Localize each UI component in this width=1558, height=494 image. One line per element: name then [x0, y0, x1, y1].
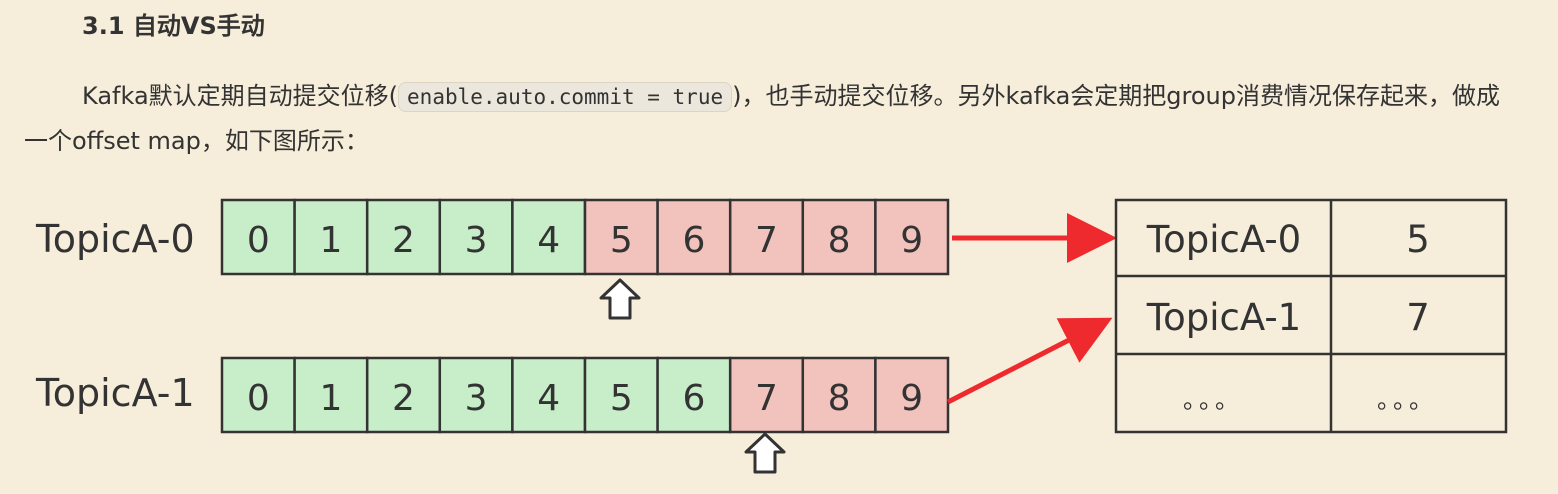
offset-number: 0 [247, 220, 270, 261]
offset-cell: 4 [511, 198, 587, 276]
offset-cell: 5 [583, 198, 659, 276]
offset-number: 3 [465, 220, 488, 261]
offset-number: 5 [610, 378, 633, 419]
offset-map-table: TopicA-0 5 TopicA-1 7 。。。 。。。 [1114, 198, 1508, 434]
offset-number: 7 [755, 378, 778, 419]
offset-cell: 1 [293, 198, 369, 276]
offset-cell: 6 [656, 356, 732, 434]
offset-cell: 2 [365, 198, 442, 276]
map-offset-cell: 7 [1406, 296, 1430, 339]
offset-cell: 5 [583, 356, 659, 434]
offset-number: 7 [755, 220, 778, 261]
offset-number: 9 [900, 220, 923, 261]
offset-number: 3 [465, 378, 488, 419]
offset-cell: 8 [801, 198, 877, 276]
offset-number: 2 [392, 220, 415, 261]
offset-number: 0 [247, 378, 270, 419]
map-partition-cell: TopicA-1 [1146, 296, 1301, 339]
partition-row-topica-0: TopicA-0 0 1 2 3 4 5 6 7 8 9 [35, 198, 950, 276]
offset-cell: 0 [220, 198, 296, 276]
offset-number: 1 [319, 378, 342, 419]
section-heading: 3.1 自动VS手动 [82, 12, 265, 40]
partition-row-topica-1: TopicA-1 0 1 2 3 4 5 6 7 8 9 [35, 356, 950, 434]
paragraph-text-before-code: Kafka默认定期自动提交位移( [82, 82, 399, 110]
offset-cell: 7 [728, 198, 805, 276]
offset-number: 8 [828, 220, 851, 261]
config-code-snippet: enable.auto.commit = true [398, 82, 733, 112]
partition-label: TopicA-0 [35, 217, 195, 261]
offset-number: 4 [537, 378, 560, 419]
offset-number: 4 [537, 220, 560, 261]
partition-label: TopicA-1 [35, 371, 195, 415]
map-partition-cell: TopicA-0 [1146, 218, 1301, 261]
map-ellipsis-cell: 。。。 [1377, 386, 1437, 414]
offset-number: 6 [682, 220, 705, 261]
up-arrow-icon [599, 278, 641, 320]
offset-cell: 7 [728, 356, 805, 434]
offset-number: 8 [828, 378, 851, 419]
map-offset-cell: 5 [1406, 218, 1430, 261]
intro-paragraph: Kafka默认定期自动提交位移(enable.auto.commit = tru… [24, 74, 1504, 163]
offset-number: 5 [610, 220, 633, 261]
offset-cell: 3 [438, 198, 514, 276]
offset-number: 9 [900, 378, 923, 419]
map-ellipsis-cell: 。。。 [1183, 386, 1243, 414]
offset-cell: 0 [220, 356, 296, 434]
offset-number: 2 [392, 378, 415, 419]
offset-cell: 1 [293, 356, 369, 434]
offset-cell: 4 [511, 356, 587, 434]
offset-cell: 2 [365, 356, 442, 434]
offset-cell: 8 [801, 356, 877, 434]
offset-cell: 9 [874, 198, 950, 276]
offset-cell: 6 [656, 198, 732, 276]
offset-cell: 3 [438, 356, 514, 434]
offset-cell: 9 [874, 356, 950, 434]
up-arrow-icon [744, 432, 786, 474]
offset-diagram: TopicA-0 0123456789 TopicA-1 0123456789 … [35, 198, 1508, 474]
commit-arrow-topica-1 [946, 317, 1113, 405]
offset-number: 1 [319, 220, 342, 261]
offset-number: 6 [682, 378, 705, 419]
